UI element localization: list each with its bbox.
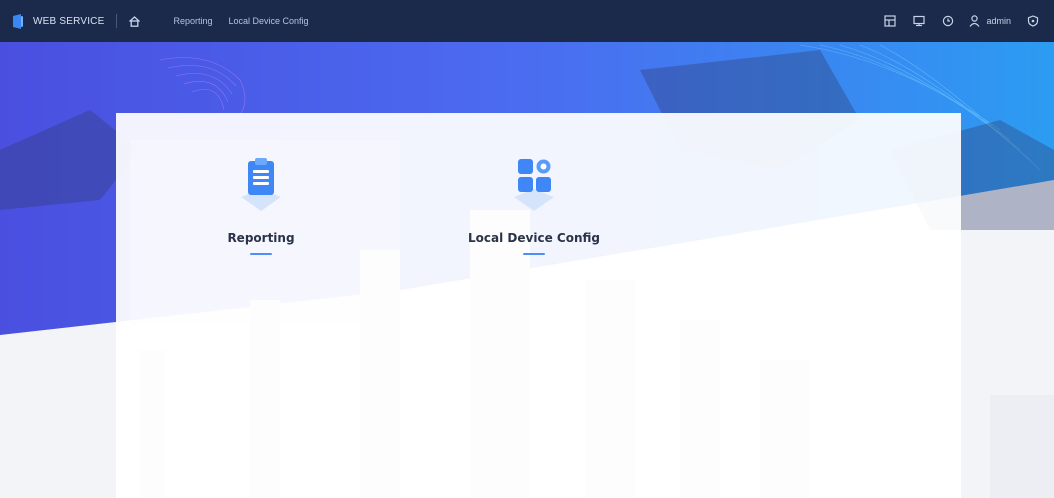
brand: WEB SERVICE <box>0 0 104 42</box>
tile-underline <box>250 253 272 255</box>
tile-reporting-label: Reporting <box>227 231 295 245</box>
user-icon <box>969 15 980 27</box>
topbar-actions: admin <box>868 0 1040 42</box>
brand-name: WEB SERVICE <box>33 15 105 27</box>
main-panel: Reporting Local Device Config <box>116 113 961 498</box>
home-icon[interactable] <box>127 14 141 28</box>
divider <box>116 14 118 28</box>
nav-local-device-config[interactable]: Local Device Config <box>229 16 309 26</box>
tile-local-device-config[interactable]: Local Device Config <box>468 153 600 255</box>
top-bar: WEB SERVICE Reporting Local Device Confi… <box>0 0 1054 42</box>
brand-logo-icon <box>12 13 24 29</box>
clock-icon[interactable] <box>941 14 955 28</box>
nav-reporting[interactable]: Reporting <box>173 16 212 26</box>
clipboard-icon <box>229 153 293 217</box>
tile-underline <box>523 253 545 255</box>
apps-gear-icon <box>502 153 566 217</box>
monitor-icon[interactable] <box>912 14 926 28</box>
username: admin <box>986 16 1011 26</box>
user-menu[interactable]: admin <box>969 15 1011 27</box>
shield-icon[interactable] <box>1026 14 1040 28</box>
layout-icon[interactable] <box>883 14 897 28</box>
tile-reporting[interactable]: Reporting <box>221 153 301 255</box>
tile-local-device-config-label: Local Device Config <box>468 231 600 245</box>
